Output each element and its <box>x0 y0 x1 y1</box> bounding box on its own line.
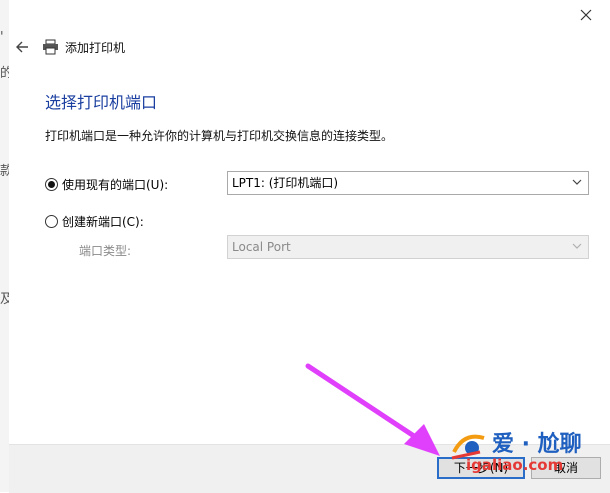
port-type-select: Local Port <box>227 235 589 259</box>
back-arrow-icon[interactable] <box>13 34 33 60</box>
create-new-port-label[interactable]: 创建新端口(C): <box>62 213 144 230</box>
page-heading: 选择打印机端口 <box>45 93 158 112</box>
radio-checked-indicator[interactable] <box>45 178 58 191</box>
dialog-title: 添加打印机 <box>65 41 126 55</box>
watermark-brand: 爱 · 尬聊 <box>492 432 582 457</box>
chevron-down-icon <box>572 179 582 185</box>
port-type-label: 端口类型: <box>79 244 132 258</box>
use-existing-port-label[interactable]: 使用现有的端口(U): <box>62 176 168 193</box>
watermark: 爱 · 尬聊 igaliao.com <box>446 424 606 484</box>
create-new-port-radio[interactable]: 创建新端口(C): <box>45 213 144 230</box>
chevron-down-icon <box>572 243 582 249</box>
background-text: ' <box>0 30 4 45</box>
close-icon <box>580 9 592 21</box>
existing-port-value: LPT1: (打印机端口) <box>232 176 339 190</box>
close-button[interactable] <box>576 6 596 26</box>
port-type-value: Local Port <box>232 240 291 254</box>
annotation-arrow-icon <box>305 363 440 456</box>
printer-icon <box>43 39 58 55</box>
existing-port-select[interactable]: LPT1: (打印机端口) <box>227 171 589 195</box>
dialog-titlebar: 添加打印机 <box>9 34 409 60</box>
radio-unchecked-indicator[interactable] <box>45 215 58 228</box>
use-existing-port-radio[interactable]: 使用现有的端口(U): <box>45 176 168 193</box>
watermark-url: igaliao.com <box>466 456 564 474</box>
page-description: 打印机端口是一种允许你的计算机与打印机交换信息的连接类型。 <box>45 129 394 143</box>
